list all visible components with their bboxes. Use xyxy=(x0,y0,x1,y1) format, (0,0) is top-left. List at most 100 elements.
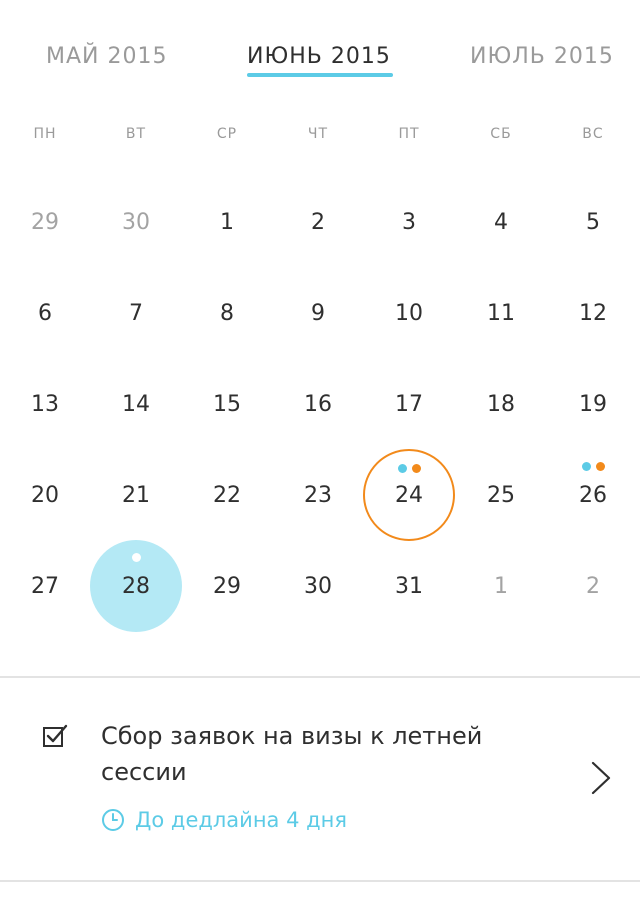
day-number: 6 xyxy=(38,300,52,326)
current-month-tab[interactable]: ИЮНЬ 2015 xyxy=(247,44,391,69)
day-cell[interactable]: 6 xyxy=(0,267,91,359)
month-switcher: МАЙ 2015 ИЮНЬ 2015 ИЮЛЬ 2015 xyxy=(0,0,640,100)
day-number: 7 xyxy=(129,300,143,326)
day-cell[interactable]: 22 xyxy=(181,449,273,541)
day-number: 23 xyxy=(304,482,332,508)
day-cell[interactable]: 15 xyxy=(181,358,273,450)
weekday-label: ВС xyxy=(582,126,604,142)
checkbox-icon[interactable] xyxy=(42,723,68,749)
day-number: 28 xyxy=(122,573,150,599)
day-cell[interactable]: 30 xyxy=(272,540,364,632)
day-cell[interactable]: 25 xyxy=(455,449,547,541)
day-cell[interactable]: 21 xyxy=(90,449,182,541)
day-number: 2 xyxy=(586,573,600,599)
day-cell[interactable]: 16 xyxy=(272,358,364,450)
clock-icon xyxy=(102,809,124,831)
day-cell[interactable]: 11 xyxy=(455,267,547,359)
day-number: 21 xyxy=(122,482,150,508)
day-number: 31 xyxy=(395,573,423,599)
day-number: 27 xyxy=(31,573,59,599)
day-number: 1 xyxy=(494,573,508,599)
day-cell[interactable]: 18 xyxy=(455,358,547,450)
weekday-label: ПН xyxy=(33,126,57,142)
day-cell-today[interactable]: 28 xyxy=(90,540,182,632)
day-cell[interactable]: 1 xyxy=(455,540,547,632)
day-number: 9 xyxy=(311,300,325,326)
day-cell[interactable]: 12 xyxy=(547,267,639,359)
day-cell[interactable]: 4 xyxy=(455,176,547,268)
weekday-label: СБ xyxy=(490,126,512,142)
day-cell[interactable]: 29 xyxy=(181,540,273,632)
next-month-tab[interactable]: ИЮЛЬ 2015 xyxy=(470,44,614,69)
day-cell[interactable]: 27 xyxy=(0,540,91,632)
event-dot xyxy=(595,462,605,471)
event-dot xyxy=(131,553,141,562)
day-number: 26 xyxy=(579,482,607,508)
day-cell[interactable]: 5 xyxy=(547,176,639,268)
day-cell[interactable]: 17 xyxy=(363,358,455,450)
weekday-label: ВТ xyxy=(125,126,147,142)
event-title: Сбор заявок на визы к летней сессии xyxy=(101,722,483,786)
day-cell[interactable]: 30 xyxy=(90,176,182,268)
day-cell[interactable]: 31 xyxy=(363,540,455,632)
day-cell[interactable]: 10 xyxy=(363,267,455,359)
day-number: 1 xyxy=(220,209,234,235)
day-number: 20 xyxy=(31,482,59,508)
day-number: 4 xyxy=(494,209,508,235)
day-number: 11 xyxy=(487,300,515,326)
day-cell[interactable]: 29 xyxy=(0,176,91,268)
event-dot xyxy=(411,464,421,473)
weekday-header: ПН ВТ СР ЧТ ПТ СБ ВС xyxy=(0,126,640,146)
event-dots xyxy=(547,462,639,471)
day-number: 14 xyxy=(122,391,150,417)
event-dot xyxy=(581,462,591,471)
day-number: 10 xyxy=(395,300,423,326)
day-cell[interactable]: 7 xyxy=(90,267,182,359)
day-cell[interactable]: 26 xyxy=(547,449,639,541)
day-number: 29 xyxy=(31,209,59,235)
day-number: 3 xyxy=(402,209,416,235)
day-cell[interactable]: 2 xyxy=(272,176,364,268)
day-number: 17 xyxy=(395,391,423,417)
day-number: 15 xyxy=(213,391,241,417)
weekday-label: ПТ xyxy=(398,126,420,142)
day-cell[interactable]: 23 xyxy=(272,449,364,541)
event-dots xyxy=(90,553,182,562)
event-dots xyxy=(365,464,453,473)
calendar-grid: 29 30 1 2 3 4 5 6 7 8 9 10 11 12 13 14 15 16 17 18 19 20 21 22 2… xyxy=(0,176,640,632)
day-cell[interactable]: 2 xyxy=(547,540,639,632)
day-cell-selected[interactable]: 24 xyxy=(363,449,455,541)
day-cell[interactable]: 1 xyxy=(181,176,273,268)
day-cell[interactable]: 19 xyxy=(547,358,639,450)
day-number: 8 xyxy=(220,300,234,326)
prev-month-tab[interactable]: МАЙ 2015 xyxy=(46,44,167,69)
chevron-right-icon[interactable] xyxy=(588,760,614,796)
day-cell[interactable]: 13 xyxy=(0,358,91,450)
day-number: 13 xyxy=(31,391,59,417)
weekday-label: ЧТ xyxy=(307,126,329,142)
event-item[interactable]: Сбор заявок на визы к летней сессии До д… xyxy=(0,678,640,880)
deadline-text: До дедлайна 4 дня xyxy=(135,808,348,832)
day-number: 12 xyxy=(579,300,607,326)
day-number: 2 xyxy=(311,209,325,235)
day-number: 16 xyxy=(304,391,332,417)
day-number: 29 xyxy=(213,573,241,599)
event-dot xyxy=(397,464,407,473)
deadline-info: До дедлайна 4 дня xyxy=(101,808,347,832)
day-number: 25 xyxy=(487,482,515,508)
current-month-indicator xyxy=(247,73,393,77)
day-number: 5 xyxy=(586,209,600,235)
day-cell[interactable]: 3 xyxy=(363,176,455,268)
day-number: 18 xyxy=(487,391,515,417)
day-cell[interactable]: 14 xyxy=(90,358,182,450)
day-number: 30 xyxy=(122,209,150,235)
divider-bottom xyxy=(0,880,640,882)
day-cell[interactable]: 8 xyxy=(181,267,273,359)
day-number: 22 xyxy=(213,482,241,508)
day-number: 19 xyxy=(579,391,607,417)
day-cell[interactable]: 20 xyxy=(0,449,91,541)
weekday-label: СР xyxy=(216,126,238,142)
day-number: 24 xyxy=(395,482,423,508)
day-number: 30 xyxy=(304,573,332,599)
day-cell[interactable]: 9 xyxy=(272,267,364,359)
